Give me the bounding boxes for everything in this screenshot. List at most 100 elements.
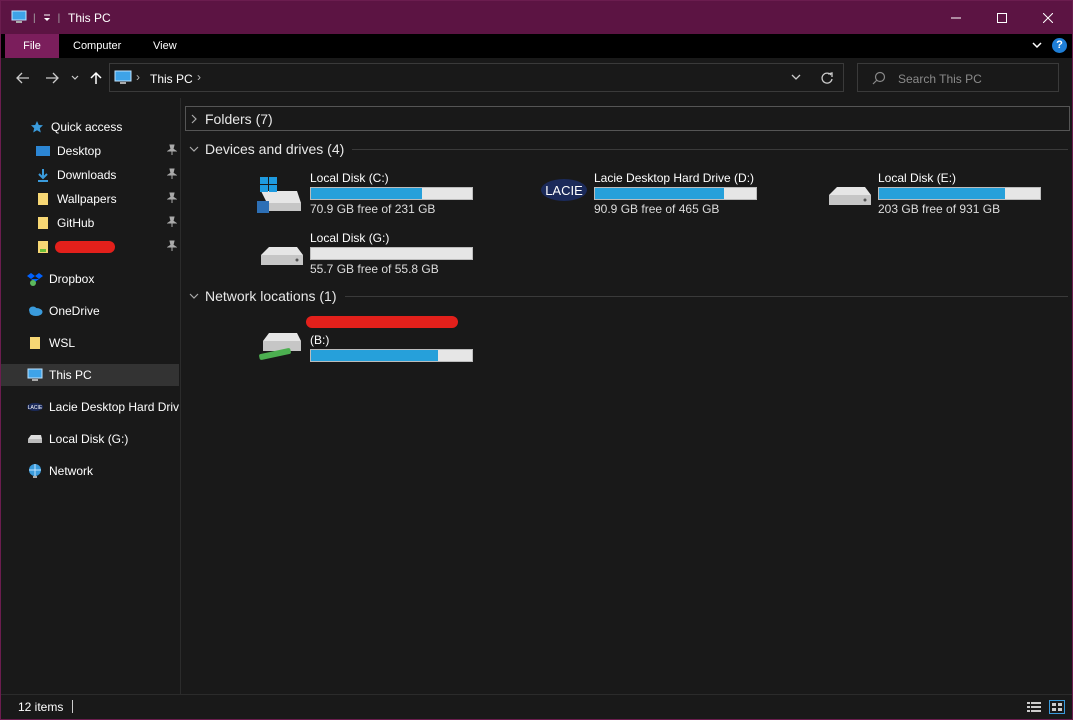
- sidebar-item-onedrive[interactable]: OneDrive: [1, 300, 179, 322]
- ribbon: File Computer View ?: [1, 34, 1072, 58]
- folder-icon: [35, 215, 51, 231]
- pin-icon[interactable]: [166, 168, 178, 183]
- pin-icon[interactable]: [166, 144, 178, 159]
- drive-tile-g[interactable]: Local Disk (G:) 55.7 GB free of 55.8 GB: [257, 231, 507, 287]
- address-bar[interactable]: › This PC ›: [109, 63, 844, 92]
- drive-tile-d[interactable]: LACIE Lacie Desktop Hard Drive (D:) 90.9…: [541, 171, 791, 227]
- tab-file[interactable]: File: [5, 34, 59, 58]
- lacie-logo-icon: LACIE: [27, 399, 43, 415]
- breadcrumb-this-pc[interactable]: This PC: [150, 72, 193, 86]
- sidebar-item-label: Wallpapers: [57, 192, 117, 206]
- up-button[interactable]: [86, 69, 106, 87]
- network-icon: [27, 463, 43, 479]
- tab-computer[interactable]: Computer: [61, 34, 133, 58]
- sidebar-item-dropbox[interactable]: Dropbox: [1, 268, 179, 290]
- tiles-view-icon[interactable]: [1049, 700, 1065, 717]
- status-divider: [72, 700, 73, 713]
- minimize-button[interactable]: [933, 1, 979, 34]
- pin-icon[interactable]: [166, 216, 178, 231]
- sidebar-item-desktop[interactable]: Desktop: [1, 140, 179, 162]
- refresh-icon[interactable]: [820, 71, 834, 88]
- sidebar-item-downloads[interactable]: Downloads: [1, 164, 179, 186]
- back-button[interactable]: [13, 69, 33, 87]
- network-drive-icon: [257, 323, 305, 371]
- drive-name: Lacie Desktop Hard Drive (D:): [594, 171, 755, 185]
- sidebar-item-label: Lacie Desktop Hard Drive: [49, 400, 179, 414]
- title-bar: | | This PC: [1, 1, 1072, 34]
- group-label: Folders (7): [205, 111, 273, 127]
- status-bar: 12 items: [1, 694, 1072, 719]
- group-divider: [344, 295, 1068, 297]
- close-button[interactable]: [1025, 1, 1071, 34]
- drive-usage-bar: [594, 187, 757, 200]
- breadcrumb-separator-icon[interactable]: ›: [136, 70, 140, 84]
- tab-view[interactable]: View: [141, 34, 189, 58]
- customize-quick-access-icon[interactable]: [42, 12, 52, 26]
- drive-name: Local Disk (E:): [878, 171, 957, 185]
- sidebar-item-label: WSL: [49, 336, 76, 350]
- sidebar-item-label: Downloads: [57, 168, 117, 182]
- sidebar-item-label: OneDrive: [49, 304, 100, 318]
- chevron-right-icon[interactable]: [185, 114, 203, 124]
- navigation-bar: › This PC › Search This PC: [1, 58, 1072, 98]
- sidebar-item-label: GitHub: [57, 216, 95, 230]
- usage-fill: [879, 188, 1005, 199]
- folders-group[interactable]: Folders (7): [185, 108, 1068, 130]
- pin-icon[interactable]: [166, 192, 178, 207]
- cloud-icon: [27, 303, 43, 319]
- star-icon: [29, 119, 45, 135]
- dropbox-icon: [27, 271, 43, 287]
- lacie-drive-icon: LACIE: [541, 171, 589, 219]
- hard-drive-icon: [27, 431, 43, 447]
- sidebar-item-wallpapers[interactable]: Wallpapers: [1, 188, 179, 210]
- chevron-down-icon[interactable]: [185, 292, 203, 300]
- sidebar-item-this-pc[interactable]: This PC: [1, 364, 179, 386]
- address-dropdown-icon[interactable]: [790, 71, 802, 86]
- chevron-down-icon[interactable]: [185, 145, 203, 153]
- usage-fill: [311, 188, 423, 199]
- sidebar-item-lacie-drive[interactable]: LACIE Lacie Desktop Hard Drive: [1, 396, 179, 418]
- sidebar-item-local-disk-g[interactable]: Local Disk (G:): [1, 428, 179, 450]
- drive-free-space: 90.9 GB free of 465 GB: [594, 202, 720, 216]
- sidebar-item-label: Quick access: [51, 120, 123, 134]
- redaction-mark: [306, 316, 458, 328]
- sidebar-item-label: Local Disk (G:): [49, 432, 129, 446]
- quick-access-toolbar: | |: [11, 10, 60, 27]
- download-icon: [35, 167, 51, 183]
- windows-drive-icon: [257, 171, 305, 219]
- group-divider: [352, 148, 1068, 150]
- window-title: This PC: [68, 11, 111, 25]
- expand-ribbon-chevron-icon[interactable]: [1031, 39, 1043, 54]
- group-label: Network locations (1): [205, 288, 337, 304]
- navigation-pane: Quick access Desktop Downloads Wallpaper…: [1, 98, 181, 694]
- svg-text:LACIE: LACIE: [28, 405, 43, 411]
- drive-usage-bar: [310, 349, 473, 362]
- this-pc-icon: [114, 70, 132, 89]
- sidebar-item-quick-access[interactable]: Quick access: [1, 116, 179, 138]
- sidebar-item-network[interactable]: Network: [1, 460, 179, 482]
- devices-group-header[interactable]: Devices and drives (4): [185, 138, 1068, 160]
- forward-button[interactable]: [42, 69, 62, 87]
- search-box[interactable]: Search This PC: [857, 63, 1059, 92]
- recent-locations-dropdown[interactable]: [65, 69, 85, 87]
- breadcrumb-separator-icon[interactable]: ›: [197, 70, 201, 84]
- network-group-header[interactable]: Network locations (1): [185, 285, 1068, 307]
- sidebar-item-github[interactable]: GitHub: [1, 212, 179, 234]
- drive-free-space: 203 GB free of 931 GB: [878, 202, 1001, 216]
- details-view-icon[interactable]: [1027, 701, 1041, 716]
- drive-tile-e[interactable]: Local Disk (E:) 203 GB free of 931 GB: [825, 171, 1073, 227]
- drive-tile-c[interactable]: Local Disk (C:) 70.9 GB free of 231 GB: [257, 171, 507, 227]
- drive-name: (B:): [310, 333, 330, 347]
- pin-icon[interactable]: [166, 240, 178, 255]
- sidebar-item-label: Network: [49, 464, 94, 478]
- folder-icon: [27, 335, 43, 351]
- network-drive-tile-b[interactable]: (B:): [257, 323, 507, 379]
- folder-icon: [35, 191, 51, 207]
- drive-free-space: 70.9 GB free of 231 GB: [310, 202, 436, 216]
- sidebar-item-wsl[interactable]: WSL: [1, 332, 179, 354]
- file-explorer-window: | | This PC File Computer View ? › This …: [0, 0, 1073, 720]
- maximize-button[interactable]: [979, 1, 1025, 34]
- hard-drive-icon: [257, 231, 305, 279]
- folder-icon: [35, 239, 51, 255]
- help-icon[interactable]: ?: [1052, 38, 1067, 53]
